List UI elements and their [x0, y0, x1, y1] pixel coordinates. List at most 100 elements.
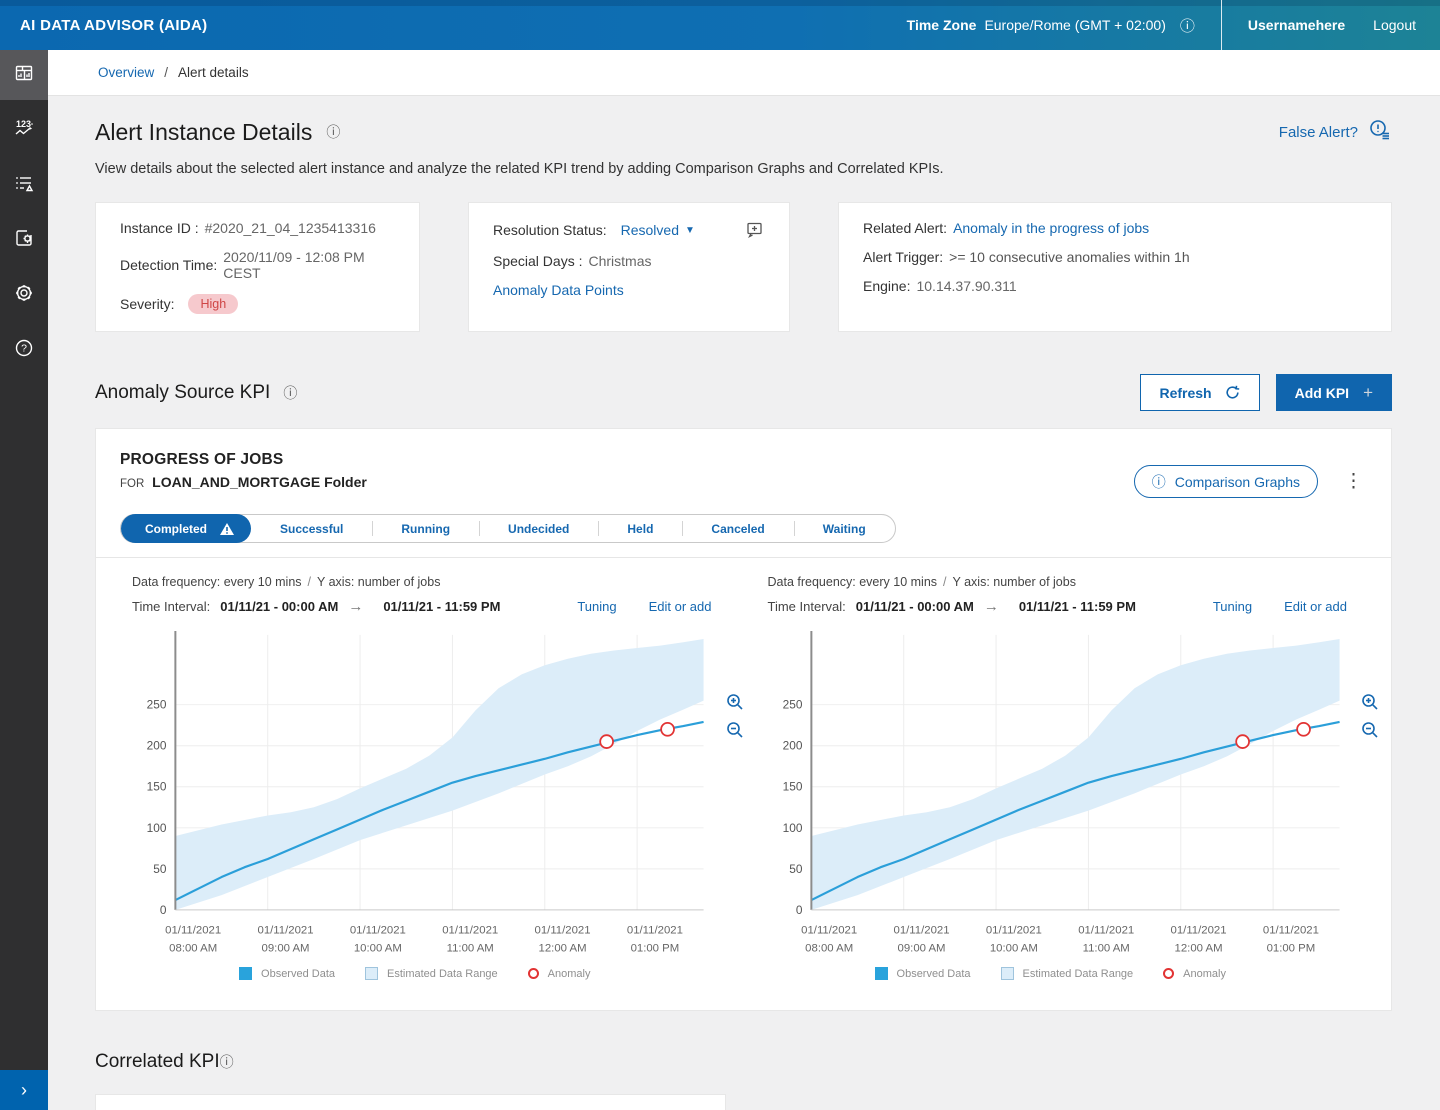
tab-canceled[interactable]: Canceled: [682, 514, 793, 543]
svg-text:01/11/202112:00 AM: 01/11/202112:00 AM: [1170, 925, 1226, 955]
related-alert-label: Related Alert:: [863, 220, 947, 236]
svg-text:250: 250: [147, 698, 167, 712]
resolution-status-select[interactable]: Resolved ▼: [621, 222, 695, 238]
comparison-graphs-label: Comparison Graphs: [1175, 474, 1300, 490]
tab-undecided[interactable]: Undecided: [479, 514, 598, 543]
breadcrumb-separator: /: [164, 65, 168, 80]
page-title: Alert Instance Details: [95, 119, 312, 146]
instance-id-value: #2020_21_04_1235413316: [205, 220, 376, 236]
anomaly-point: [661, 723, 674, 736]
correlated-kpi-card: [95, 1094, 726, 1110]
kpi-metrics-icon: 123: [13, 117, 35, 144]
username[interactable]: Usernamehere: [1222, 17, 1373, 33]
edit-or-add-link[interactable]: Edit or add: [1284, 599, 1347, 614]
svg-text:01/11/202101:00 PM: 01/11/202101:00 PM: [1262, 925, 1318, 955]
comparison-graphs-button[interactable]: ⓘ Comparison Graphs: [1134, 465, 1318, 498]
instance-card: Instance ID : #2020_21_04_1235413316 Det…: [95, 202, 420, 332]
correlated-kpi-info-icon[interactable]: ⓘ: [220, 1052, 234, 1072]
settings-gear-icon: [13, 282, 35, 309]
anomaly-point: [600, 735, 613, 748]
kpi-subtitle: LOAN_AND_MORTGAGE Folder: [152, 474, 367, 490]
svg-text:250: 250: [782, 698, 802, 712]
sidebar-item-alert-list[interactable]: [0, 160, 48, 210]
data-frequency: Data frequency: every 10 mins: [768, 575, 938, 589]
sidebar-item-kpi-settings[interactable]: [0, 215, 48, 265]
help-icon: ?: [13, 337, 35, 364]
svg-text:01/11/202101:00 PM: 01/11/202101:00 PM: [627, 925, 683, 955]
time-interval-to: 01/11/21 - 11:59 PM: [383, 599, 500, 614]
sidebar-item-help[interactable]: ?: [0, 325, 48, 375]
zoom-out-icon[interactable]: [1361, 721, 1379, 739]
special-days-value: Christmas: [588, 253, 651, 269]
svg-text:01/11/202109:00 AM: 01/11/202109:00 AM: [893, 925, 949, 955]
timezone-area: Time Zone Europe/Rome (GMT + 02:00) ⓘ: [907, 15, 1195, 36]
anomaly-source-kpi-info-icon[interactable]: ⓘ: [283, 383, 297, 403]
chart-legend: Observed DataEstimated Data RangeAnomaly: [754, 967, 1348, 984]
sidebar-expand-button[interactable]: ›: [0, 1070, 48, 1110]
false-alert-button[interactable]: False Alert?: [1279, 118, 1392, 146]
svg-text:100: 100: [147, 821, 167, 835]
alert-trigger-value: >= 10 consecutive anomalies within 1h: [949, 249, 1189, 265]
chevron-down-icon: ▼: [685, 225, 695, 236]
tab-waiting[interactable]: Waiting: [794, 514, 895, 543]
legend-swatch: [365, 967, 378, 980]
chart-panel-left: Data frequency: every 10 mins/Y axis: nu…: [112, 575, 748, 984]
svg-text:01/11/202111:00 AM: 01/11/202111:00 AM: [442, 925, 498, 955]
svg-text:01/11/202110:00 AM: 01/11/202110:00 AM: [350, 925, 406, 955]
instance-id-label: Instance ID :: [120, 220, 199, 236]
correlated-kpi-title: Correlated KPI: [95, 1051, 220, 1073]
arrow-right-icon: →: [348, 598, 363, 615]
page-description: View details about the selected alert in…: [95, 161, 1392, 177]
kpi-card: PROGRESS OF JOBS FOR LOAN_AND_MORTGAGE F…: [95, 428, 1392, 1011]
zoom-in-icon[interactable]: [1361, 693, 1379, 711]
timezone-value: Europe/Rome (GMT + 02:00): [984, 17, 1165, 33]
refresh-button[interactable]: Refresh: [1140, 374, 1259, 411]
zoom-out-icon[interactable]: [726, 721, 744, 739]
kpi-chart-right[interactable]: 05010015020025001/11/202108:00 AM01/11/2…: [754, 627, 1348, 961]
anomaly-point: [1297, 723, 1310, 736]
svg-text:150: 150: [147, 780, 167, 794]
legend-item-estimated-data-range: Estimated Data Range: [365, 967, 498, 980]
legend-swatch: [528, 968, 539, 979]
add-comment-button[interactable]: [745, 220, 765, 240]
legend-item-anomaly: Anomaly: [1163, 967, 1226, 980]
timezone-info-icon[interactable]: ⓘ: [1180, 15, 1195, 36]
arrow-right-icon: →: [984, 598, 999, 615]
resolution-card: Resolution Status: Resolved ▼ Special Da…: [468, 202, 790, 332]
legend-swatch: [1163, 968, 1174, 979]
add-kpi-button[interactable]: Add KPI +: [1276, 374, 1392, 411]
kpi-title: PROGRESS OF JOBS: [120, 451, 1134, 469]
y-axis-description: Y axis: number of jobs: [953, 575, 1076, 589]
anomaly-data-points-link[interactable]: Anomaly Data Points: [493, 282, 624, 298]
edit-or-add-link[interactable]: Edit or add: [649, 599, 712, 614]
chart-legend: Observed DataEstimated Data RangeAnomaly: [118, 967, 712, 984]
tab-successful[interactable]: Successful: [251, 514, 372, 543]
logout-button[interactable]: Logout: [1373, 17, 1440, 33]
tab-held[interactable]: Held: [598, 514, 682, 543]
related-alert-link[interactable]: Anomaly in the progress of jobs: [953, 220, 1149, 236]
sidebar-item-settings[interactable]: [0, 270, 48, 320]
tab-completed[interactable]: Completed: [121, 514, 251, 543]
tab-running[interactable]: Running: [372, 514, 479, 543]
kpi-chart-left[interactable]: 05010015020025001/11/202108:00 AM01/11/2…: [118, 627, 712, 961]
engine-label: Engine:: [863, 278, 910, 294]
svg-text:200: 200: [782, 739, 802, 753]
sidebar-item-kpi-metrics[interactable]: 123: [0, 105, 48, 155]
warning-icon: [219, 522, 235, 536]
engine-value: 10.14.37.90.311: [916, 278, 1016, 294]
zoom-in-icon[interactable]: [726, 693, 744, 711]
related-alert-card: Related Alert: Anomaly in the progress o…: [838, 202, 1392, 332]
tuning-link[interactable]: Tuning: [1213, 599, 1252, 614]
timezone-label: Time Zone: [907, 17, 977, 33]
kebab-menu-icon[interactable]: ⋮: [1340, 470, 1367, 493]
kpi-settings-icon: [13, 227, 35, 254]
breadcrumb-overview[interactable]: Overview: [98, 65, 154, 80]
add-kpi-label: Add KPI: [1295, 385, 1349, 401]
svg-text:01/11/202108:00 AM: 01/11/202108:00 AM: [165, 925, 221, 955]
sidebar-item-dashboard[interactable]: [0, 50, 48, 100]
time-interval-to: 01/11/21 - 11:59 PM: [1019, 599, 1136, 614]
add-comment-icon: [745, 220, 765, 240]
svg-text:0: 0: [160, 903, 167, 917]
page-title-info-icon[interactable]: ⓘ: [326, 122, 340, 142]
tuning-link[interactable]: Tuning: [577, 599, 616, 614]
